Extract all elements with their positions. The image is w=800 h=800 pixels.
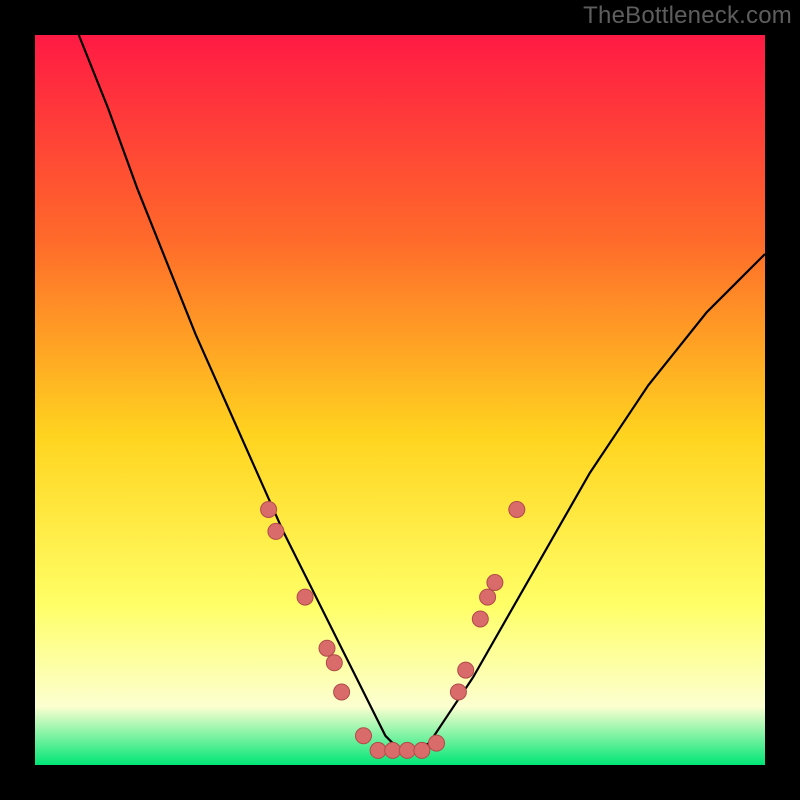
data-marker [480,589,496,605]
data-marker [297,589,313,605]
data-marker [487,575,503,591]
data-marker [319,640,335,656]
data-marker [356,728,372,744]
gradient-background [35,35,765,765]
data-marker [268,523,284,539]
chart-svg [35,35,765,765]
data-marker [399,742,415,758]
data-marker [334,684,350,700]
data-marker [326,655,342,671]
data-marker [458,662,474,678]
data-marker [261,502,277,518]
data-marker [509,502,525,518]
data-marker [450,684,466,700]
data-marker [385,742,401,758]
data-marker [429,735,445,751]
plot-frame [35,35,765,765]
data-marker [370,742,386,758]
data-marker [414,742,430,758]
attribution-text: TheBottleneck.com [583,2,792,30]
data-marker [472,611,488,627]
